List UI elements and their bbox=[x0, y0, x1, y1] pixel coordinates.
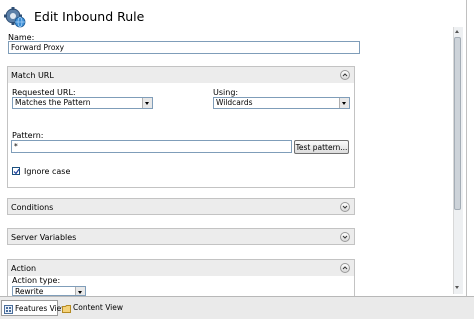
ignore-case-label: Ignore case bbox=[24, 167, 71, 176]
using-select[interactable]: Wildcards bbox=[213, 97, 350, 109]
action-type-value: Rewrite bbox=[15, 287, 44, 296]
conditions-header[interactable]: Conditions bbox=[8, 199, 354, 214]
pattern-input[interactable]: * bbox=[11, 140, 292, 153]
action-title: Action bbox=[11, 264, 37, 273]
tab-content-view-label: Content View bbox=[73, 303, 124, 312]
pattern-label: Pattern: bbox=[12, 131, 44, 140]
features-view-icon bbox=[4, 304, 13, 314]
ignore-case-checkbox[interactable] bbox=[12, 167, 20, 175]
tab-content-view[interactable]: Content View bbox=[60, 300, 124, 316]
collapse-chevron-icon[interactable] bbox=[340, 263, 350, 273]
expand-chevron-icon[interactable] bbox=[340, 202, 350, 212]
dropdown-arrow-icon[interactable] bbox=[75, 287, 85, 295]
scroll-down-icon[interactable] bbox=[454, 283, 461, 291]
using-label: Using: bbox=[213, 88, 239, 97]
server-variables-section[interactable]: Server Variables bbox=[7, 228, 355, 245]
server-variables-title: Server Variables bbox=[11, 233, 77, 242]
dropdown-arrow-icon[interactable] bbox=[339, 98, 349, 108]
match-url-title: Match URL bbox=[11, 71, 54, 80]
match-url-header[interactable]: Match URL bbox=[8, 67, 354, 83]
page-title: Edit Inbound Rule bbox=[34, 9, 145, 24]
collapse-chevron-icon[interactable] bbox=[340, 70, 350, 80]
test-pattern-button[interactable]: Test pattern... bbox=[294, 140, 349, 154]
pane-divider bbox=[466, 0, 467, 296]
dropdown-arrow-icon[interactable] bbox=[142, 98, 152, 108]
action-type-select[interactable]: Rewrite bbox=[12, 286, 86, 296]
tab-features-view[interactable]: Features View bbox=[1, 300, 67, 316]
content-view-icon bbox=[62, 303, 71, 313]
conditions-title: Conditions bbox=[11, 203, 54, 212]
requested-url-label: Requested URL: bbox=[12, 88, 76, 97]
name-input[interactable]: Forward Proxy bbox=[8, 41, 360, 54]
scrollbar-thumb[interactable] bbox=[454, 37, 461, 210]
requested-url-select[interactable]: Matches the Pattern bbox=[12, 97, 153, 109]
action-header[interactable]: Action bbox=[8, 260, 354, 276]
requested-url-value: Matches the Pattern bbox=[15, 98, 91, 107]
iis-gear-globe-icon bbox=[3, 5, 27, 29]
conditions-section[interactable]: Conditions bbox=[7, 198, 355, 215]
using-value: Wildcards bbox=[216, 98, 253, 107]
expand-chevron-icon[interactable] bbox=[340, 232, 350, 242]
action-type-label: Action type: bbox=[12, 276, 61, 285]
scroll-up-icon[interactable] bbox=[454, 28, 461, 36]
server-variables-header[interactable]: Server Variables bbox=[8, 229, 354, 244]
